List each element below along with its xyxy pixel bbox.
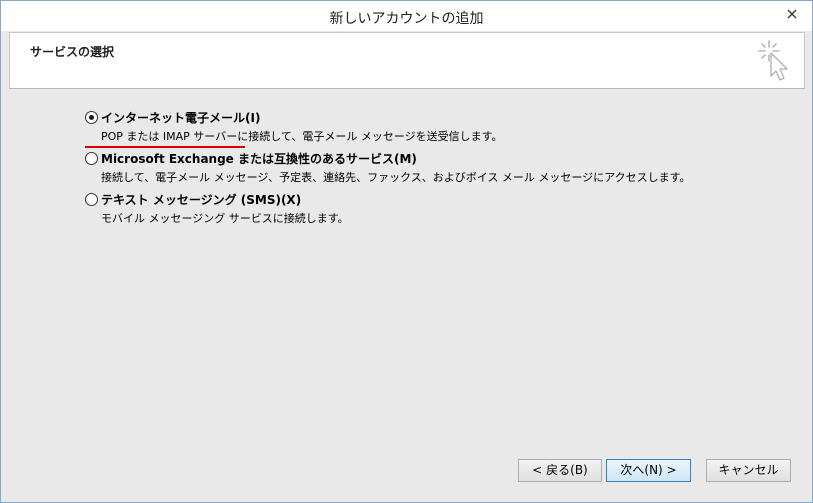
radio-checked-icon[interactable]	[85, 111, 98, 124]
page-title: サービスの選択	[30, 45, 115, 59]
next-button[interactable]: 次へ(N) >	[606, 459, 691, 482]
option-label: Microsoft Exchange または互換性のあるサービス(M)	[101, 152, 417, 166]
dialog-window: 新しいアカウントの追加 サービスの選択 インターネット電子メール(I) POP …	[0, 0, 813, 503]
option-label: テキスト メッセージング (SMS)(X)	[101, 193, 302, 207]
radio-internet-email[interactable]: インターネット電子メール(I)	[85, 109, 503, 126]
close-icon	[787, 9, 797, 19]
title-bar: 新しいアカウントの追加	[1, 1, 812, 31]
option-description: POP または IMAP サーバーに接続して、電子メール メッセージを送受信しま…	[101, 130, 503, 143]
window-title: 新しいアカウントの追加	[329, 11, 484, 27]
option-description: 接続して、電子メール メッセージ、予定表、連絡先、ファックス、およびボイス メー…	[101, 171, 691, 184]
sparkle-cursor-icon	[758, 40, 788, 81]
cancel-button[interactable]: キャンセル	[706, 459, 791, 482]
close-button[interactable]	[772, 1, 812, 27]
red-underline-annotation	[85, 146, 245, 148]
radio-exchange[interactable]: Microsoft Exchange または互換性のあるサービス(M)	[85, 150, 691, 167]
radio-unchecked-icon[interactable]	[85, 193, 98, 206]
back-button[interactable]: < 戻る(B)	[518, 459, 602, 482]
option-description: モバイル メッセージング サービスに接続します。	[101, 212, 349, 225]
option-exchange: Microsoft Exchange または互換性のあるサービス(M) 接続して…	[85, 150, 691, 185]
option-label: インターネット電子メール(I)	[101, 111, 261, 125]
radio-sms[interactable]: テキスト メッセージング (SMS)(X)	[85, 191, 349, 208]
option-internet-email: インターネット電子メール(I) POP または IMAP サーバーに接続して、電…	[85, 109, 503, 148]
wizard-header: サービスの選択	[9, 32, 805, 89]
radio-unchecked-icon[interactable]	[85, 152, 98, 165]
option-sms: テキスト メッセージング (SMS)(X) モバイル メッセージング サービスに…	[85, 191, 349, 226]
options-panel: インターネット電子メール(I) POP または IMAP サーバーに接続して、電…	[9, 89, 805, 489]
